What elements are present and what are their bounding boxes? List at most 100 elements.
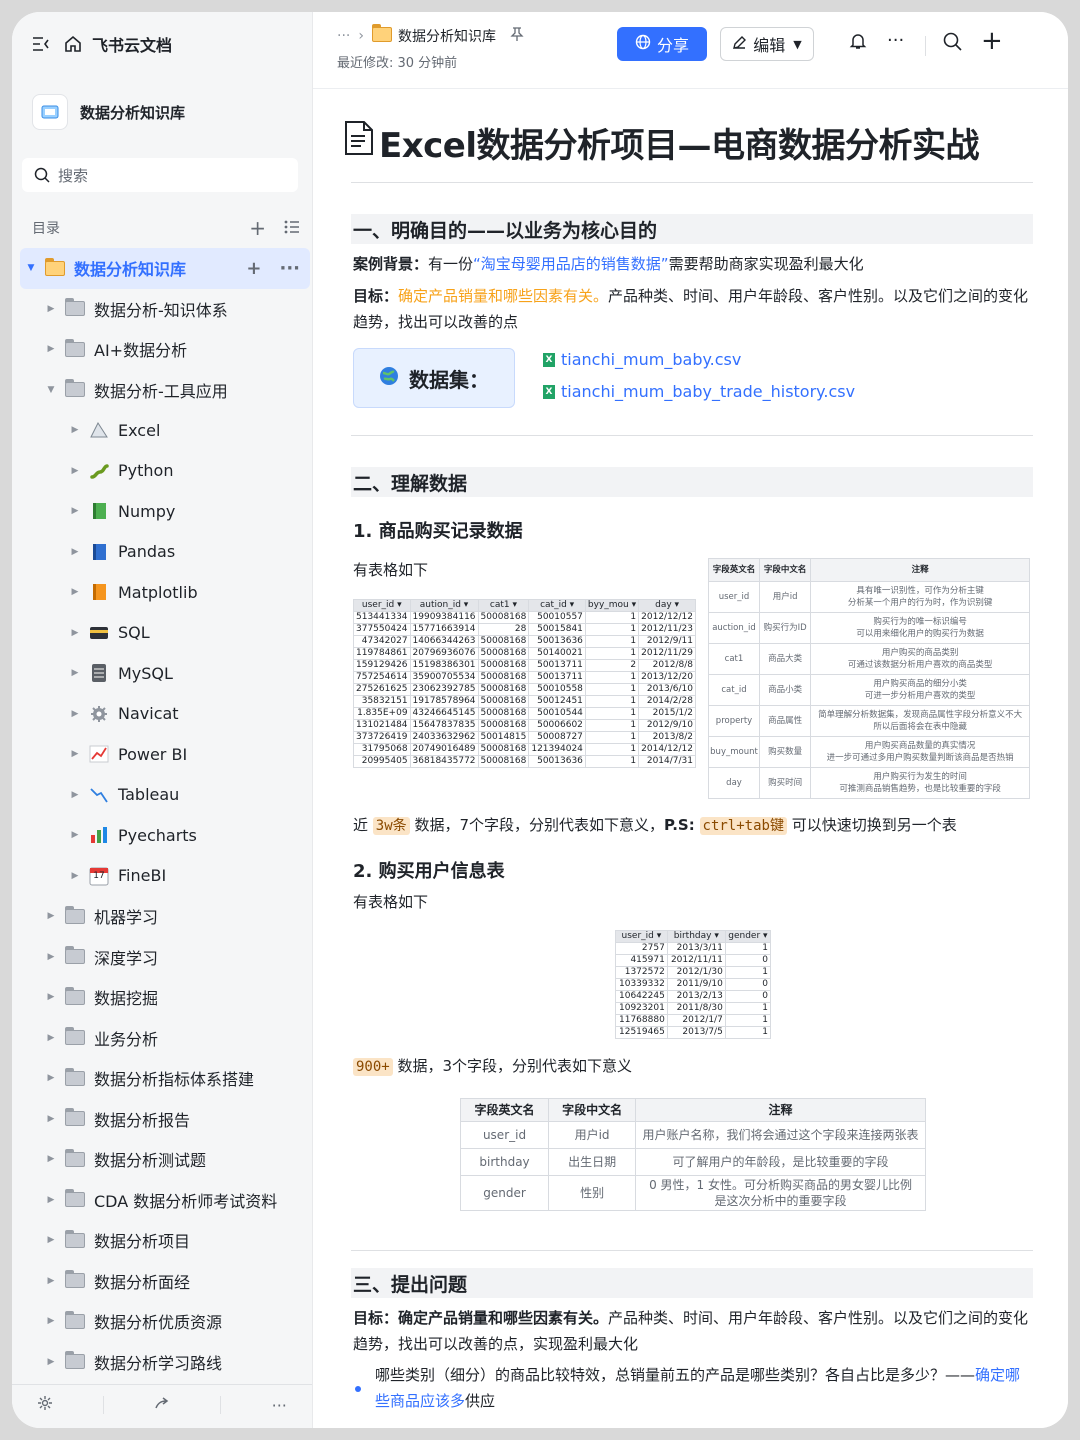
pin-icon[interactable] xyxy=(510,27,524,45)
search-icon[interactable] xyxy=(943,32,962,56)
add-icon[interactable]: + xyxy=(981,26,1003,56)
tree-item[interactable]: ▶ MySQL xyxy=(20,653,310,694)
list-settings-icon[interactable] xyxy=(284,219,300,238)
chevron-right-icon[interactable]: ▶ xyxy=(44,911,58,921)
tree-item[interactable]: ▶ 数据挖掘 xyxy=(20,977,310,1018)
tree-item[interactable]: ▶ Matplotlib xyxy=(20,572,310,613)
tree-item[interactable]: ▼ 数据分析-工具应用 xyxy=(20,370,310,411)
breadcrumb-more[interactable]: ··· xyxy=(337,28,350,44)
tree-item[interactable]: ▶ 数据分析-知识体系 xyxy=(20,289,310,330)
folder-icon xyxy=(64,1229,86,1249)
share-button[interactable]: 分享 xyxy=(617,27,707,61)
tree-item[interactable]: ▶ 业务分析 xyxy=(20,1018,310,1059)
chevron-right-icon[interactable]: ▶ xyxy=(44,992,58,1002)
tree-item[interactable]: ▶ Pandas xyxy=(20,532,310,573)
file-link-1[interactable]: Xtianchi_mum_baby.csv xyxy=(543,350,741,369)
chevron-right-icon[interactable]: ▶ xyxy=(44,344,58,354)
table-cell: 2012/11/11 xyxy=(666,954,726,967)
file-link-2[interactable]: Xtianchi_mum_baby_trade_history.csv xyxy=(543,382,855,401)
chevron-down-icon[interactable]: ▼ xyxy=(24,263,38,273)
chevron-right-icon[interactable]: ▶ xyxy=(68,830,82,840)
more-icon[interactable]: ··· xyxy=(887,30,904,51)
table-cell: 用户购买行为发生的时间 可推测商品销售趋势，也是比较重要的字段 xyxy=(810,767,1030,799)
chevron-right-icon[interactable]: ▶ xyxy=(44,952,58,962)
settings-icon[interactable] xyxy=(37,1395,53,1415)
tree-item[interactable]: ▶ AI+数据分析 xyxy=(20,329,310,370)
table-cell: 121394024 xyxy=(528,743,586,756)
collapse-sidebar-icon[interactable] xyxy=(32,36,50,52)
chevron-right-icon[interactable]: ▶ xyxy=(44,1357,58,1367)
tree-item[interactable]: ▶ Power BI xyxy=(20,734,310,775)
table-cell: 50012451 xyxy=(528,695,586,708)
question-1: 哪些类别（细分）的商品比较特效，总销量前五的产品是哪些类别？各自占比是多少？——… xyxy=(375,1366,1021,1410)
chevron-right-icon[interactable]: ▶ xyxy=(68,668,82,678)
breadcrumb-current[interactable]: 数据分析知识库 xyxy=(398,26,496,46)
add-icon[interactable]: + xyxy=(246,258,261,279)
more-icon[interactable]: ··· xyxy=(279,258,300,279)
tree-item[interactable]: ▶ 深度学习 xyxy=(20,937,310,978)
tree-item-root[interactable]: ▼ 数据分析知识库 + ··· xyxy=(20,248,310,289)
edit-button[interactable]: 编辑 ▼ xyxy=(720,27,814,61)
dataset-link[interactable]: “淘宝母婴用品店的销售数据” xyxy=(473,255,669,273)
chevron-right-icon[interactable]: ▶ xyxy=(44,1114,58,1124)
chevron-right-icon[interactable]: ▶ xyxy=(44,1073,58,1083)
tree-item[interactable]: ▶ 数据分析学习路线 xyxy=(20,1342,310,1383)
chevron-right-icon[interactable]: ▶ xyxy=(68,466,82,476)
table-cell: 2013/8/2 xyxy=(638,731,697,744)
tree-item[interactable]: ▶ 数据分析指标体系搭建 xyxy=(20,1058,310,1099)
more-icon[interactable]: ··· xyxy=(272,1396,287,1415)
chevron-right-icon[interactable]: ▶ xyxy=(68,871,82,881)
sidebar-footer: ··· xyxy=(12,1384,312,1425)
chevron-right-icon[interactable]: ▶ xyxy=(44,1235,58,1245)
tree-item[interactable]: ▶ Numpy xyxy=(20,491,310,532)
chevron-right-icon[interactable]: ▶ xyxy=(44,1316,58,1326)
add-icon[interactable]: + xyxy=(249,216,266,240)
tree-item[interactable]: ▶ Python xyxy=(20,451,310,492)
table-cell: 373726419 xyxy=(353,731,411,744)
table-cell: 用户账户名称，我们将会通过这个字段来连接两张表 xyxy=(635,1121,926,1149)
table-cell: 1.835E+09 xyxy=(353,707,411,720)
home-icon[interactable] xyxy=(64,35,82,53)
table-cell: 35832151 xyxy=(353,695,411,708)
tree-item[interactable]: ▶ 数据分析优质资源 xyxy=(20,1301,310,1342)
tree-item[interactable]: ▶ 数据分析面经 xyxy=(20,1261,310,1302)
tree-item[interactable]: ▶ Navicat xyxy=(20,694,310,735)
chevron-right-icon[interactable]: ▶ xyxy=(68,506,82,516)
chevron-right-icon[interactable]: ▶ xyxy=(44,1154,58,1164)
share-out-icon[interactable] xyxy=(154,1395,170,1415)
table-cell: 商品属性 xyxy=(758,705,812,737)
tree-item[interactable]: ▶ 数据分析测试题 xyxy=(20,1139,310,1180)
tree-item-label: MySQL xyxy=(118,663,173,683)
chevron-right-icon[interactable]: ▶ xyxy=(44,1033,58,1043)
bell-icon[interactable] xyxy=(849,32,867,55)
chevron-right-icon[interactable]: ▶ xyxy=(68,425,82,435)
bar-chart-icon xyxy=(88,826,110,844)
tree-item[interactable]: ▶ 机器学习 xyxy=(20,896,310,937)
chevron-right-icon[interactable]: ▶ xyxy=(68,587,82,597)
tree-item[interactable]: ▶ Tableau xyxy=(20,775,310,816)
folder-icon xyxy=(64,1189,86,1209)
table-cell: 11768880 xyxy=(615,1014,668,1027)
tree-item[interactable]: ▶ 17 FineBI xyxy=(20,856,310,897)
chevron-right-icon[interactable]: ▶ xyxy=(44,1276,58,1286)
chevron-right-icon[interactable]: ▶ xyxy=(44,304,58,314)
chevron-right-icon[interactable]: ▶ xyxy=(68,749,82,759)
chevron-down-icon[interactable]: ▼ xyxy=(44,385,58,395)
tree-item[interactable]: ▶ SQL xyxy=(20,613,310,654)
chevron-right-icon[interactable]: ▶ xyxy=(68,628,82,638)
tree-item[interactable]: ▶ CDA 数据分析师考试资料 xyxy=(20,1180,310,1221)
tree-item[interactable]: ▶ 数据分析项目 xyxy=(20,1220,310,1261)
knowledge-base-header[interactable]: 数据分析知识库 xyxy=(32,94,302,130)
folder-icon xyxy=(64,946,86,966)
tree-item[interactable]: ▶ 数据分析报告 xyxy=(20,1099,310,1140)
chevron-right-icon[interactable]: ▶ xyxy=(68,547,82,557)
tree-item[interactable]: ▶ Excel xyxy=(20,410,310,451)
search-input[interactable]: 搜索 xyxy=(22,158,298,192)
chevron-right-icon[interactable]: ▶ xyxy=(44,1195,58,1205)
chevron-right-icon[interactable]: ▶ xyxy=(68,790,82,800)
tree-item[interactable]: ▶ Pyecharts xyxy=(20,815,310,856)
share-label: 分享 xyxy=(656,36,689,55)
chevron-right-icon[interactable]: ▶ xyxy=(68,709,82,719)
tree-item-label: 数据分析测试题 xyxy=(94,1151,207,1171)
app-name[interactable]: 飞书云文档 xyxy=(92,32,172,56)
